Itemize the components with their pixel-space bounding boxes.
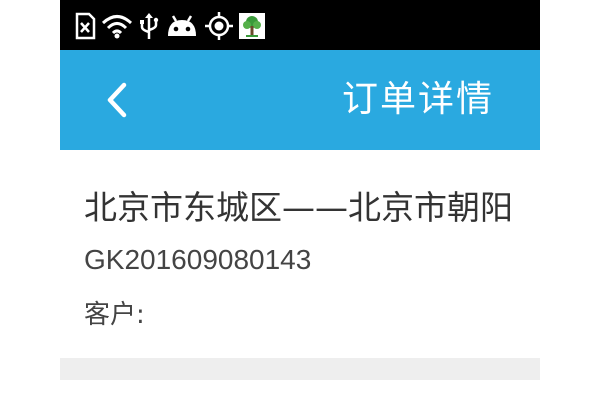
page-title: 订单详情 [342, 79, 495, 120]
order-summary-card[interactable]: 北京市东城区——北京市朝阳 GK201609080143 客户: [60, 150, 540, 360]
usb-icon [140, 13, 159, 39]
wifi-icon [101, 15, 133, 39]
sd-card-icon [75, 12, 96, 40]
section-divider [60, 358, 540, 380]
route-text: 北京市东城区——北京市朝阳 [84, 188, 513, 227]
order-number: GK201609080143 [84, 244, 312, 275]
customer-label: 客户: [84, 300, 145, 330]
status-icons [72, 10, 266, 42]
back-button[interactable] [92, 75, 142, 125]
chevron-left-icon [107, 82, 127, 118]
nav-bar: 订单详情 [60, 50, 540, 150]
next-section [60, 380, 540, 400]
app-tree-icon [239, 13, 265, 39]
status-bar [60, 0, 540, 50]
android-icon [168, 15, 196, 36]
gps-icon [205, 12, 233, 40]
